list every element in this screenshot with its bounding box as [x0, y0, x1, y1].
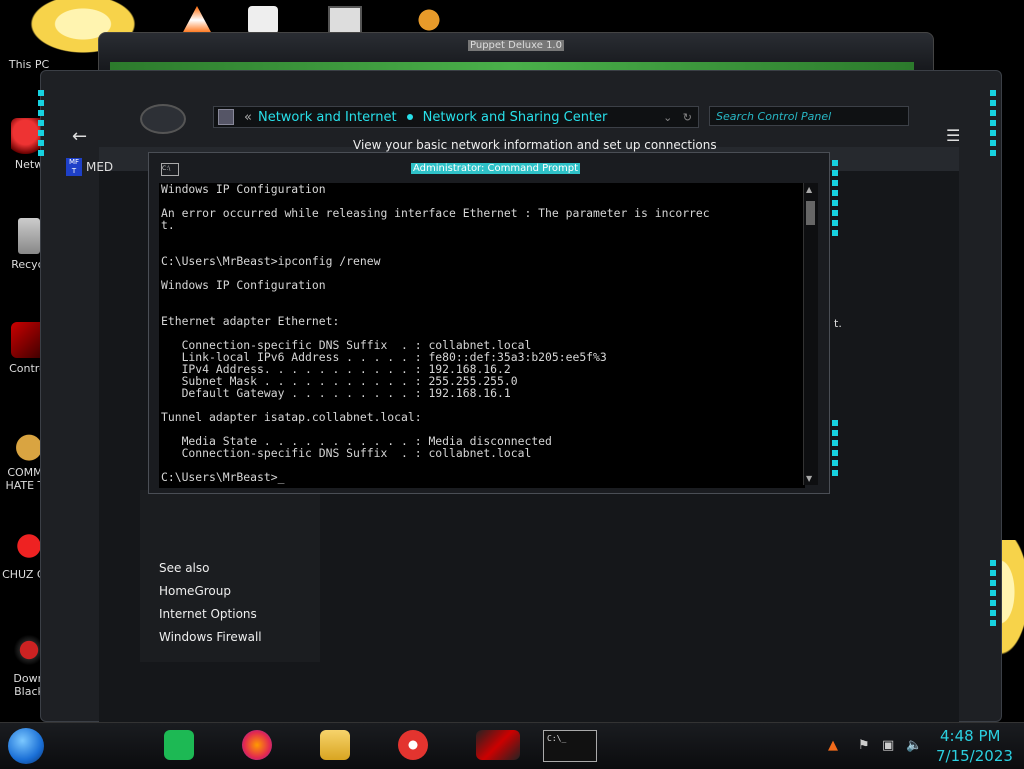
- console-line: Default Gateway . . . . . . . . . : 192.…: [161, 386, 511, 400]
- command-prompt-window[interactable]: C:\ Administrator: Command Prompt Window…: [148, 152, 830, 494]
- console-line: Windows IP Configuration: [161, 278, 326, 292]
- console-line: C:\Users\MrBeast>_: [161, 470, 285, 484]
- scroll-thumb[interactable]: [806, 201, 815, 225]
- taskbar-cmd-label: C:\_: [547, 734, 567, 743]
- app-icon[interactable]: [248, 6, 278, 34]
- link-windows-firewall[interactable]: Windows Firewall: [159, 630, 262, 644]
- cmd-title: Administrator: Command Prompt: [411, 163, 580, 174]
- file-explorer-icon[interactable]: [320, 730, 350, 760]
- recycle-bin-icon: [18, 218, 40, 254]
- taskbar-cmd-button[interactable]: C:\_: [543, 730, 597, 762]
- address-controls[interactable]: ⌄ ↻: [663, 111, 698, 124]
- game-app-icon[interactable]: [476, 730, 520, 760]
- side-app-label[interactable]: MF T MED: [66, 158, 113, 176]
- menu-icon[interactable]: ☰: [946, 126, 960, 145]
- scrollbar[interactable]: ▲ ▼: [803, 183, 818, 485]
- clock-time[interactable]: 4:48 PM: [940, 727, 1000, 745]
- side-app-text: MED: [86, 160, 114, 174]
- content-fragment: t.: [834, 317, 842, 330]
- vlc-icon[interactable]: [182, 6, 212, 34]
- back-arrow-icon[interactable]: ←: [72, 126, 87, 147]
- mft-icon: MF T: [66, 158, 82, 176]
- breadcrumb-root[interactable]: Network and Internet: [258, 110, 397, 125]
- flag-icon[interactable]: ⚑: [858, 738, 870, 753]
- console-line: An error occurred while releasing interf…: [161, 206, 710, 220]
- breadcrumb-current[interactable]: Network and Sharing Center: [423, 110, 608, 125]
- see-also-title: See also: [159, 561, 210, 575]
- console-output[interactable]: Windows IP Configuration An error occurr…: [159, 183, 805, 488]
- frame-decoration: [832, 160, 838, 240]
- control-panel-small-icon: [218, 109, 234, 125]
- tray-app-icon[interactable]: ▲: [828, 738, 838, 753]
- scroll-down-icon[interactable]: ▼: [806, 474, 812, 483]
- app-p-icon[interactable]: [398, 730, 428, 760]
- cmd-icon: C:\: [161, 163, 179, 176]
- frame-decoration: [990, 90, 996, 160]
- network-tray-icon[interactable]: ▣: [882, 738, 894, 753]
- window-decoration: [110, 62, 914, 70]
- window-emblem-icon: [140, 104, 186, 134]
- frame-decoration: [38, 90, 44, 160]
- clock-date[interactable]: 7/15/2023: [936, 747, 1013, 765]
- volume-icon[interactable]: 🔈: [906, 738, 922, 753]
- window-title: Puppet Deluxe 1.0: [468, 40, 564, 51]
- frame-decoration: [990, 560, 996, 630]
- firefox-icon[interactable]: [242, 730, 272, 760]
- game-icon[interactable]: [414, 6, 444, 34]
- console-line: Windows IP Configuration: [161, 183, 326, 196]
- breadcrumb-chevron-icon[interactable]: «: [244, 110, 252, 125]
- console-line: Ethernet adapter Ethernet:: [161, 314, 340, 328]
- desktop-icon-label: This PC: [8, 58, 50, 71]
- console-line: t.: [161, 218, 175, 232]
- page-title: View your basic network information and …: [353, 138, 717, 152]
- frame-decoration: [832, 420, 838, 480]
- console-line: Connection-specific DNS Suffix . : colla…: [161, 446, 532, 460]
- start-button[interactable]: [8, 728, 44, 764]
- link-internet-options[interactable]: Internet Options: [159, 607, 257, 621]
- console-line: Tunnel adapter isatap.collabnet.local:: [161, 410, 422, 424]
- scroll-up-icon[interactable]: ▲: [806, 185, 812, 194]
- search-input[interactable]: Search Control Panel: [709, 106, 909, 126]
- spotify-icon[interactable]: [164, 730, 194, 760]
- link-homegroup[interactable]: HomeGroup: [159, 584, 231, 598]
- breadcrumb-separator-icon: [406, 114, 413, 120]
- cmd-titlebar[interactable]: C:\ Administrator: Command Prompt: [149, 157, 829, 177]
- console-line: C:\Users\MrBeast>ipconfig /renew: [161, 254, 381, 268]
- address-bar[interactable]: « Network and Internet Network and Shari…: [213, 106, 699, 128]
